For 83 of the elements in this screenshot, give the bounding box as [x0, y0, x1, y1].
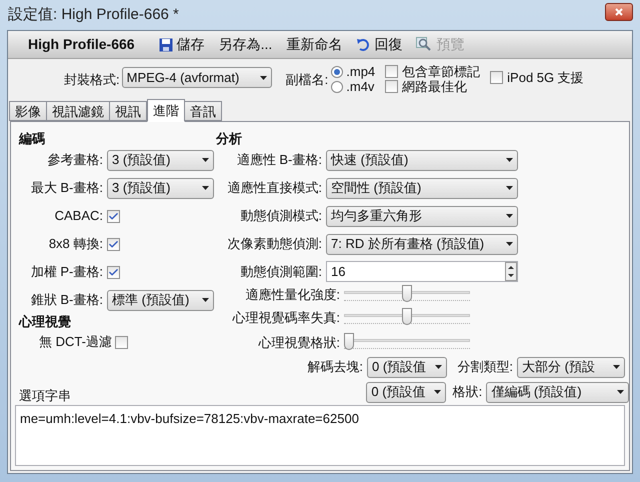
field-label: CABAC:	[54, 207, 104, 226]
field-label: 動態偵測範圍:	[239, 262, 323, 281]
field-label: 8x8 轉換:	[48, 235, 104, 254]
field-label: 最大 B-畫格:	[30, 179, 104, 198]
caret-icon	[435, 365, 442, 369]
dropdown[interactable]: 僅編碼 (預設值)	[486, 382, 630, 402]
field-label: 適應性直接模式:	[226, 179, 323, 198]
checkbox[interactable]	[107, 238, 120, 250]
toolbar-button[interactable]: 回復	[356, 34, 402, 55]
caret-icon	[506, 158, 513, 162]
toolbar-button[interactable]: 重新命名	[286, 34, 342, 55]
checkbox[interactable]	[385, 65, 398, 78]
checkbox-option[interactable]: 網路最佳化	[385, 79, 480, 94]
radio-option[interactable]: .m4v	[331, 79, 376, 94]
toolbar-button[interactable]: 儲存	[158, 34, 205, 55]
field-label: 解碼去塊:	[306, 358, 364, 376]
checkbox[interactable]	[114, 336, 128, 348]
dropdown[interactable]: 快速 (預設值)	[326, 150, 518, 170]
tab[interactable]: 影像	[9, 101, 47, 121]
spin-arrows-icon[interactable]	[505, 262, 517, 281]
field-label: 分割類型:	[456, 358, 514, 376]
field-label: 選項字串	[19, 386, 72, 404]
checkbox[interactable]	[490, 71, 504, 84]
section-heading: 編碼	[19, 130, 46, 146]
close-button[interactable]	[605, 3, 633, 21]
field-label: 無 DCT-過濾	[39, 333, 112, 352]
dropdown[interactable]: 3 (預設值)	[107, 178, 214, 198]
checkbox-option[interactable]: iPod 5G 支援	[490, 70, 584, 85]
field-label: 適應性 B-畫格:	[236, 151, 323, 170]
field-label: 參考畫格:	[46, 151, 104, 170]
field-label: 心理視覺格狀:	[257, 334, 341, 352]
field-label: 副檔名:	[286, 71, 328, 89]
dropdown[interactable]: 0 (預設值	[366, 382, 446, 402]
caret-icon	[613, 365, 620, 369]
undo-arrow-icon	[356, 38, 370, 52]
radio-button[interactable]	[331, 66, 344, 78]
dropdown[interactable]: 空間性 (預設值)	[326, 178, 518, 198]
caret-icon	[506, 186, 513, 190]
caret-icon	[202, 186, 209, 190]
slider-thumb[interactable]	[402, 285, 412, 302]
radio-button[interactable]	[331, 80, 344, 92]
field-label: 錐狀 B-畫格:	[30, 291, 104, 310]
field-label: 格狀:	[452, 383, 484, 402]
field-label: 動態偵測模式:	[239, 207, 323, 226]
close-icon	[615, 8, 623, 16]
window-title: 設定值: High Profile-666 *	[7, 4, 179, 25]
caret-icon	[202, 158, 209, 162]
field-label: 封裝格式:	[64, 71, 120, 89]
field-label: 次像素動態偵測:	[226, 235, 323, 254]
spin-field[interactable]: 16	[326, 261, 518, 282]
tab[interactable]: 視訊濾鏡	[46, 101, 110, 121]
section-heading: 分析	[216, 130, 243, 146]
tab[interactable]: 視訊	[109, 101, 147, 121]
toolbar-button[interactable]: 另存為...	[218, 34, 272, 55]
caret-icon	[434, 390, 442, 394]
checkbox[interactable]	[107, 210, 120, 222]
caret-icon	[260, 76, 267, 80]
dropdown[interactable]: 均勻多重六角形	[326, 206, 518, 226]
dropdown[interactable]: 大部分 (預設	[517, 356, 625, 378]
slider-thumb[interactable]	[402, 308, 412, 325]
section-heading: 心理視覺	[19, 313, 72, 331]
checkbox[interactable]	[107, 266, 120, 278]
caret-icon	[506, 242, 513, 246]
dropdown[interactable]: 0 (預設值	[367, 356, 447, 378]
caret-icon	[506, 214, 513, 218]
dropdown[interactable]: 標準 (預設值)	[107, 290, 214, 310]
dropdown[interactable]: 3 (預設值)	[107, 150, 214, 170]
magnifier-icon	[416, 37, 432, 52]
tab[interactable]: 進階	[147, 99, 185, 122]
dropdown[interactable]: MPEG-4 (avformat)	[122, 67, 272, 88]
field-label: 加權 P-畫格:	[30, 263, 104, 282]
caret-icon	[202, 298, 209, 302]
preset-name: High Profile-666	[28, 35, 135, 54]
caret-icon	[617, 390, 624, 394]
dropdown[interactable]: 7: RD 於所有畫格 (預設值)	[326, 234, 518, 254]
tab[interactable]: 音訊	[184, 101, 222, 121]
radio-option[interactable]: .mp4	[331, 64, 376, 79]
field-label: 心理視覺碼率失真:	[231, 309, 341, 328]
field-label: 適應性量化強度:	[244, 286, 341, 304]
checkbox-option[interactable]: 包含章節標記	[385, 64, 480, 79]
options-text-area[interactable]: me=umh:level=4.1:vbv-bufsize=78125:vbv-maxrate=62500	[15, 405, 625, 466]
slider-thumb[interactable]	[344, 333, 354, 350]
checkbox[interactable]	[385, 80, 398, 93]
